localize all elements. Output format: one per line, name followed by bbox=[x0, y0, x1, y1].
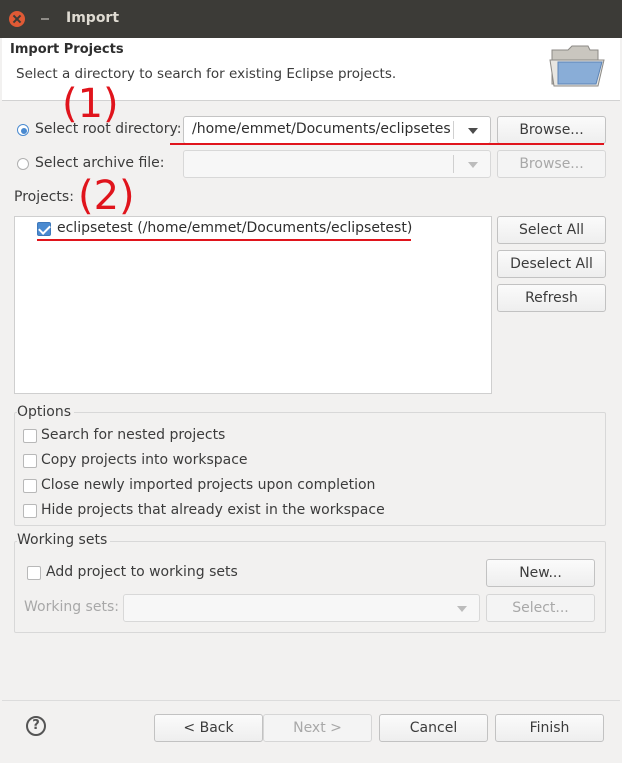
select-working-set-button[interactable]: Select... bbox=[486, 594, 595, 622]
finish-button[interactable]: Finish bbox=[495, 714, 604, 742]
working-sets-label: Working sets: bbox=[24, 599, 119, 615]
close-imported-label[interactable]: Close newly imported projects upon compl… bbox=[41, 477, 375, 493]
project-checkbox[interactable] bbox=[37, 222, 51, 236]
root-directory-combo[interactable]: /home/emmet/Documents/eclipsetes bbox=[183, 116, 491, 144]
copy-projects-checkbox[interactable] bbox=[23, 454, 37, 468]
options-title: Options bbox=[17, 404, 75, 420]
chevron-down-icon[interactable] bbox=[468, 162, 478, 168]
annotation-2: (2) bbox=[78, 173, 135, 219]
deselect-all-button[interactable]: Deselect All bbox=[497, 250, 606, 278]
help-icon[interactable]: ? bbox=[26, 716, 46, 736]
archive-file-combo[interactable] bbox=[183, 150, 491, 178]
window-title: Import bbox=[66, 10, 120, 26]
nested-projects-checkbox[interactable] bbox=[23, 429, 37, 443]
root-directory-radio[interactable] bbox=[17, 124, 29, 136]
add-working-set-checkbox[interactable] bbox=[27, 566, 41, 580]
annotation-2-underline bbox=[37, 239, 411, 241]
working-sets-title: Working sets bbox=[17, 532, 111, 548]
cancel-button[interactable]: Cancel bbox=[379, 714, 488, 742]
working-sets-combo[interactable] bbox=[123, 594, 480, 622]
add-working-set-label[interactable]: Add project to working sets bbox=[46, 564, 238, 580]
back-button[interactable]: < Back bbox=[154, 714, 263, 742]
page-description: Select a directory to search for existin… bbox=[16, 66, 397, 82]
chevron-down-icon[interactable] bbox=[457, 606, 467, 612]
annotation-1: (1) bbox=[62, 81, 119, 127]
hide-existing-checkbox[interactable] bbox=[23, 504, 37, 518]
page-title: Import Projects bbox=[10, 42, 124, 57]
browse-archive-button[interactable]: Browse... bbox=[497, 150, 606, 178]
project-item-label[interactable]: eclipsetest (/home/emmet/Documents/eclip… bbox=[57, 220, 412, 236]
new-working-set-button[interactable]: New... bbox=[486, 559, 595, 587]
folder-icon bbox=[549, 45, 605, 87]
annotation-1-underline bbox=[170, 143, 604, 145]
nested-projects-label[interactable]: Search for nested projects bbox=[41, 427, 225, 443]
close-imported-checkbox[interactable] bbox=[23, 479, 37, 493]
copy-projects-label[interactable]: Copy projects into workspace bbox=[41, 452, 248, 468]
next-button[interactable]: Next > bbox=[263, 714, 372, 742]
archive-file-radio[interactable] bbox=[17, 158, 29, 170]
chevron-down-icon[interactable] bbox=[468, 128, 478, 134]
refresh-button[interactable]: Refresh bbox=[497, 284, 606, 312]
browse-directory-button[interactable]: Browse... bbox=[497, 116, 606, 144]
select-all-button[interactable]: Select All bbox=[497, 216, 606, 244]
archive-file-label: Select archive file: bbox=[35, 155, 165, 171]
root-directory-value: /home/emmet/Documents/eclipsetes bbox=[192, 121, 451, 137]
projects-label: Projects: bbox=[14, 189, 74, 205]
close-icon[interactable] bbox=[9, 11, 25, 27]
projects-list[interactable] bbox=[14, 216, 492, 394]
footer-divider bbox=[2, 700, 620, 701]
hide-existing-label[interactable]: Hide projects that already exist in the … bbox=[41, 502, 385, 518]
minimize-icon[interactable] bbox=[38, 12, 52, 26]
